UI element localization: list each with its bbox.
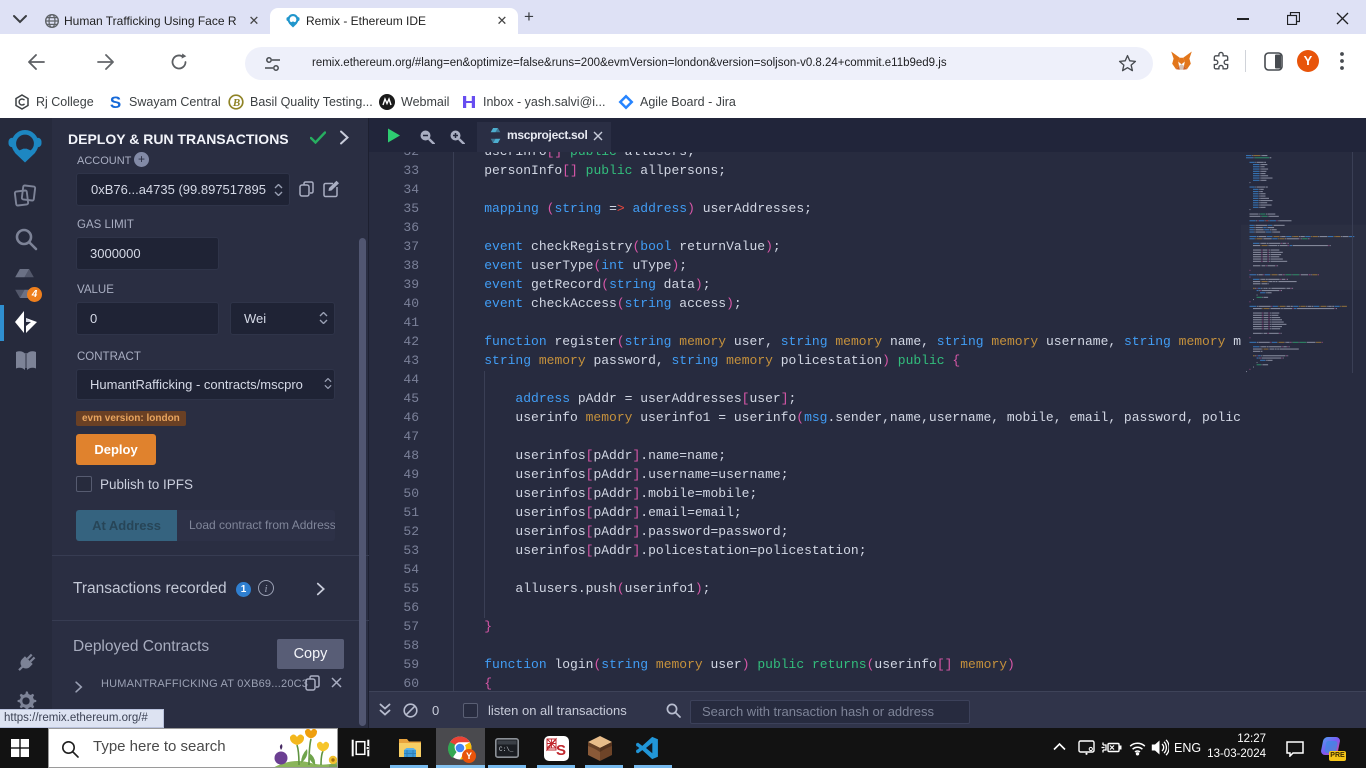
svg-text:S: S — [110, 94, 121, 110]
svg-text:S: S — [556, 742, 566, 759]
svg-text:C:\_: C:\_ — [499, 746, 514, 753]
svg-text:B: B — [232, 97, 240, 109]
